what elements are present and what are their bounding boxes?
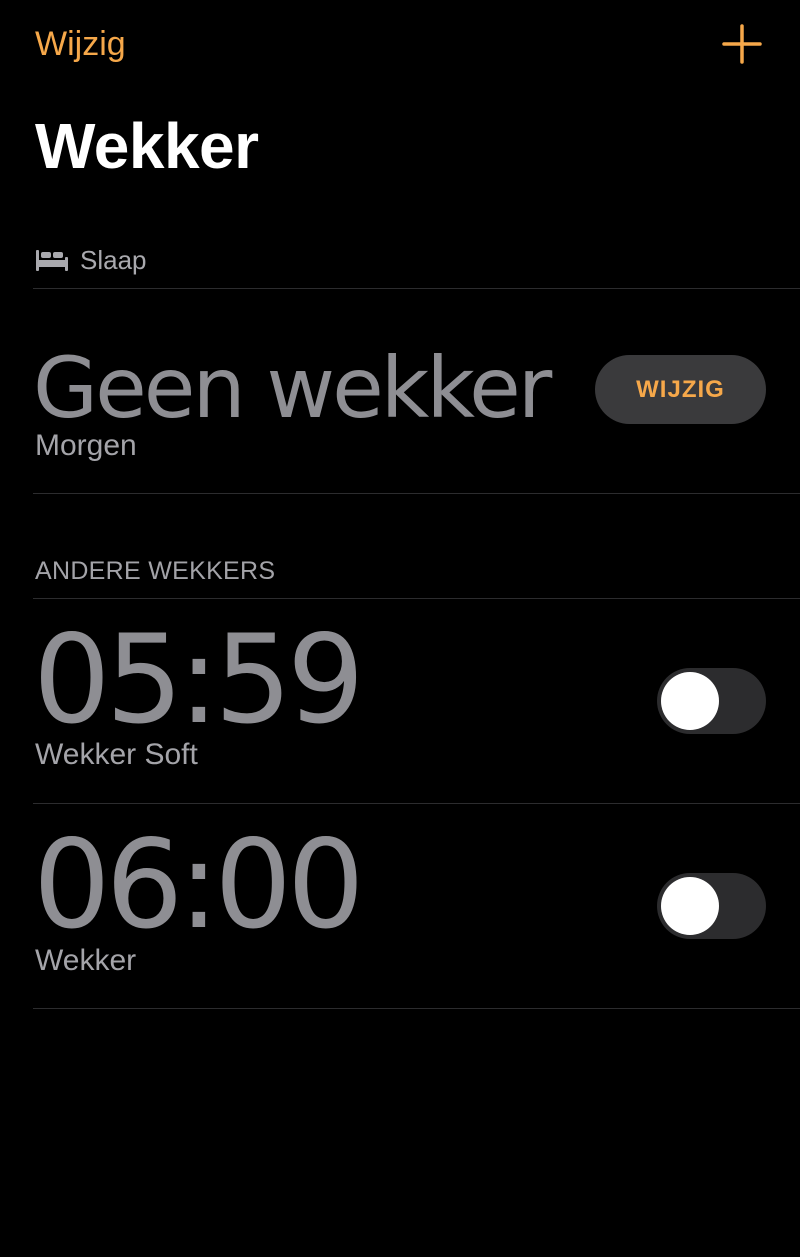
alarm-label: Wekker Soft xyxy=(35,738,198,771)
other-alarms-header: ANDERE WEKKERS xyxy=(35,557,276,585)
alarm-time: 06:00 xyxy=(33,814,365,956)
alarm-time: 05:59 xyxy=(33,609,365,751)
bed-icon xyxy=(36,250,68,271)
sleep-edit-button[interactable]: WIJZIG xyxy=(595,355,766,424)
sleep-section-header: Slaap xyxy=(35,242,147,278)
alarm-label: Wekker xyxy=(35,944,137,977)
edit-button[interactable]: Wijzig xyxy=(35,22,126,66)
alarm-toggle[interactable] xyxy=(657,873,766,939)
sleep-alarm-day: Morgen xyxy=(35,429,137,462)
divider xyxy=(33,288,800,289)
toggle-knob xyxy=(661,672,719,730)
add-alarm-button[interactable] xyxy=(722,24,762,64)
divider xyxy=(33,598,800,599)
divider xyxy=(33,1008,800,1009)
toggle-knob xyxy=(661,877,719,935)
plus-icon xyxy=(722,24,762,64)
sleep-label: Slaap xyxy=(80,244,147,275)
divider xyxy=(33,803,800,804)
sleep-alarm-status: Geen wekker xyxy=(33,339,552,437)
alarm-toggle[interactable] xyxy=(657,668,766,734)
page-title: Wekker xyxy=(35,110,259,182)
divider xyxy=(33,493,800,494)
